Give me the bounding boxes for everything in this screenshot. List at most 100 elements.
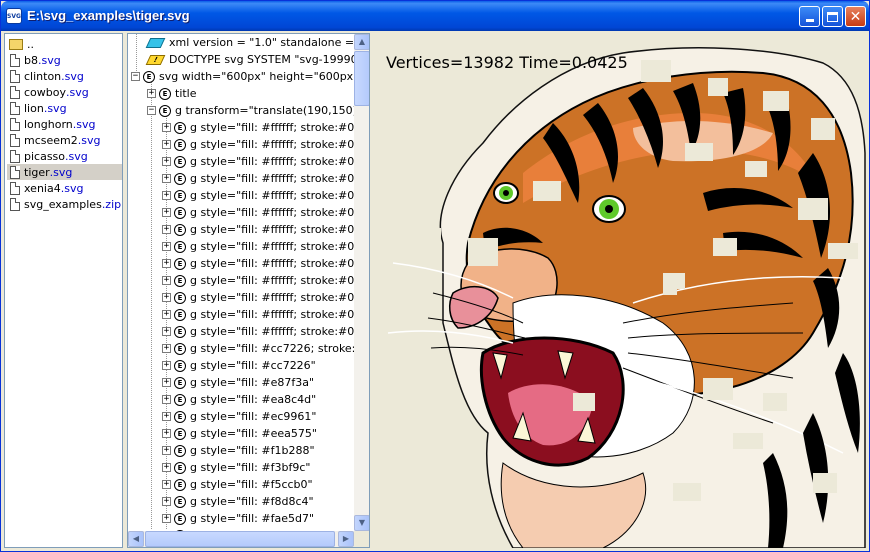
expand-icon[interactable]: + xyxy=(162,310,171,319)
tree-node-g[interactable]: + Eg style="fill: #ffffff; stroke:#00 xyxy=(162,119,361,136)
node-label: g style="fill: #ffffff; stroke:#00 xyxy=(190,291,362,304)
document-icon xyxy=(10,101,20,115)
tree-node-g[interactable]: + Eg style="fill: #ea8c4d" xyxy=(162,391,316,408)
expand-icon[interactable]: + xyxy=(162,208,171,217)
file-ext: .svg xyxy=(49,165,73,179)
element-icon: E xyxy=(174,359,186,372)
file-list[interactable]: .. b8 .svg clinton .svg cowboy .svg lion .sv… xyxy=(4,33,123,548)
tree-node-g[interactable]: + Eg style="fill: #ffffff; stroke:#00 xyxy=(162,187,361,204)
expand-icon[interactable]: + xyxy=(162,259,171,268)
tree-node-g[interactable]: + Eg style="fill: #ffffff; stroke:#00 xyxy=(162,238,361,255)
svg-render-canvas[interactable]: Vertices=13982 Time=0.0425 xyxy=(373,33,866,548)
expand-icon[interactable]: + xyxy=(147,89,156,98)
tree-node-g[interactable]: + Eg style="fill: #ffffff; stroke:#00 xyxy=(162,153,361,170)
tree-node-g[interactable]: + Eg style="fill: #ec9961" xyxy=(162,408,316,425)
maximize-button[interactable] xyxy=(822,6,843,27)
file-item-picasso[interactable]: picasso .svg xyxy=(7,148,122,164)
tree-node-g[interactable]: + Eg style="fill: #ffffff; stroke:#00 xyxy=(162,136,361,153)
expand-icon[interactable]: + xyxy=(162,412,171,421)
element-icon: E xyxy=(174,393,186,406)
expand-icon[interactable]: + xyxy=(162,225,171,234)
app-icon[interactable]: SVG xyxy=(6,8,22,24)
expand-icon[interactable]: + xyxy=(162,480,171,489)
tree-node-svg[interactable]: − E svg width="600px" height="600px" xyxy=(131,68,358,85)
expand-icon[interactable]: + xyxy=(162,293,171,302)
expand-icon[interactable]: + xyxy=(162,174,171,183)
element-icon: E xyxy=(174,121,186,134)
collapse-icon[interactable]: − xyxy=(131,72,140,81)
node-label: g style="fill: #f3bf9c" xyxy=(190,461,311,474)
tree-node-doctype[interactable]: ! DOCTYPE svg SYSTEM "svg-19990812. xyxy=(145,51,369,68)
document-icon xyxy=(10,165,20,179)
vertical-scrollbar[interactable]: ▲ ▼ xyxy=(354,34,369,531)
tree-node-g[interactable]: + Eg style="fill: #e87f3a" xyxy=(162,374,314,391)
expand-icon[interactable]: + xyxy=(162,242,171,251)
tree-node-title[interactable]: + E title xyxy=(147,85,197,102)
tree-node-g[interactable]: + Eg style="fill: #cc7226" xyxy=(162,357,316,374)
scroll-left-button[interactable]: ◀ xyxy=(128,531,144,547)
scroll-down-button[interactable]: ▼ xyxy=(354,515,369,531)
title-bar[interactable]: SVG E:\svg_examples\tiger.svg ✕ xyxy=(1,1,869,31)
scroll-right-button[interactable]: ▶ xyxy=(338,531,354,547)
tree-node-g[interactable]: + Eg style="fill: #f3bf9c" xyxy=(162,459,310,476)
file-item-b8[interactable]: b8 .svg xyxy=(7,52,122,68)
expand-icon[interactable]: + xyxy=(162,395,171,404)
expand-icon[interactable]: + xyxy=(162,361,171,370)
tree-node-g[interactable]: + Eg style="fill: #f8d8c4" xyxy=(162,493,314,510)
expand-icon[interactable]: + xyxy=(162,497,171,506)
file-item-cowboy[interactable]: cowboy .svg xyxy=(7,84,122,100)
horizontal-scrollbar[interactable]: ◀ ▶ xyxy=(128,531,354,547)
tree-node-g[interactable]: + Eg style="fill: #fae5d7" xyxy=(162,510,314,527)
tree-node-g[interactable]: + Eg style="fill: #ffffff; stroke:#00 xyxy=(162,204,361,221)
scroll-corner xyxy=(354,531,369,547)
element-icon: E xyxy=(174,461,186,474)
file-item-xenia4[interactable]: xenia4 .svg xyxy=(7,180,122,196)
file-item-svg-examples-zip[interactable]: svg_examples .zip xyxy=(7,196,122,212)
node-label: g style="fill: #eea575" xyxy=(190,427,317,440)
file-item-parent[interactable]: .. xyxy=(7,36,122,52)
tree-node-g-transform[interactable]: − E g transform="translate(190,150)" xyxy=(147,102,362,119)
expand-icon[interactable]: + xyxy=(162,327,171,336)
expand-icon[interactable]: + xyxy=(162,514,171,523)
file-item-clinton[interactable]: clinton .svg xyxy=(7,68,122,84)
collapse-icon[interactable]: − xyxy=(147,106,156,115)
tree-node-g[interactable]: + Eg style="fill: #ffffff; stroke:#00 xyxy=(162,323,361,340)
tree-node-g[interactable]: + Eg style="fill: #f1b288" xyxy=(162,442,315,459)
tree-node-g[interactable]: + Eg style="fill: #ffffff; stroke:#00 xyxy=(162,221,361,238)
file-name: picasso xyxy=(24,149,66,163)
close-button[interactable]: ✕ xyxy=(845,6,866,27)
tree-node-xml-declaration[interactable]: xml version = "1.0" standalone = "no" xyxy=(145,34,369,51)
file-item-lion[interactable]: lion .svg xyxy=(7,100,122,116)
processing-instruction-icon xyxy=(145,37,166,48)
horizontal-scroll-thumb[interactable] xyxy=(145,531,335,547)
expand-icon[interactable]: + xyxy=(162,378,171,387)
tree-node-g[interactable]: + Eg style="fill: #eea575" xyxy=(162,425,317,442)
expand-icon[interactable]: + xyxy=(162,123,171,132)
tree-node-g[interactable]: + Eg style="fill: #f5ccb0" xyxy=(162,476,313,493)
file-item-tiger[interactable]: tiger .svg xyxy=(7,164,122,180)
node-label: g style="fill: #ffffff; stroke:#00 xyxy=(190,223,362,236)
tree-node-g[interactable]: + Eg style="fill: #ffffff; stroke:#00 xyxy=(162,272,361,289)
expand-icon[interactable]: + xyxy=(162,140,171,149)
tiger-illustration xyxy=(383,47,866,548)
expand-icon[interactable]: + xyxy=(162,446,171,455)
file-item-longhorn[interactable]: longhorn .svg xyxy=(7,116,122,132)
expand-icon[interactable]: + xyxy=(162,191,171,200)
element-icon: E xyxy=(174,376,186,389)
vertical-scroll-thumb[interactable] xyxy=(354,51,369,106)
tree-node-g[interactable]: + Eg style="fill: #ffffff; stroke:#00 xyxy=(162,170,361,187)
expand-icon[interactable]: + xyxy=(162,344,171,353)
minimize-button[interactable] xyxy=(799,6,820,27)
file-item-mcseem2[interactable]: mcseem2 .svg xyxy=(7,132,122,148)
tree-node-g[interactable]: + Eg style="fill: #cc7226; stroke:#0 xyxy=(162,340,369,357)
tree-node-g[interactable]: + Eg style="fill: #ffffff; stroke:#00 xyxy=(162,306,361,323)
tree-node-g[interactable]: + Eg style="fill: #ffffff; stroke:#00 xyxy=(162,289,361,306)
expand-icon[interactable]: + xyxy=(162,276,171,285)
expand-icon[interactable]: + xyxy=(162,429,171,438)
tree-node-g[interactable]: + Eg style="fill: #ffffff; stroke:#00 xyxy=(162,255,361,272)
scroll-up-button[interactable]: ▲ xyxy=(354,34,369,50)
file-name: mcseem2 xyxy=(24,133,78,147)
expand-icon[interactable]: + xyxy=(162,157,171,166)
expand-icon[interactable]: + xyxy=(162,463,171,472)
xml-tree-view[interactable]: xml version = "1.0" standalone = "no" ! … xyxy=(127,33,370,548)
